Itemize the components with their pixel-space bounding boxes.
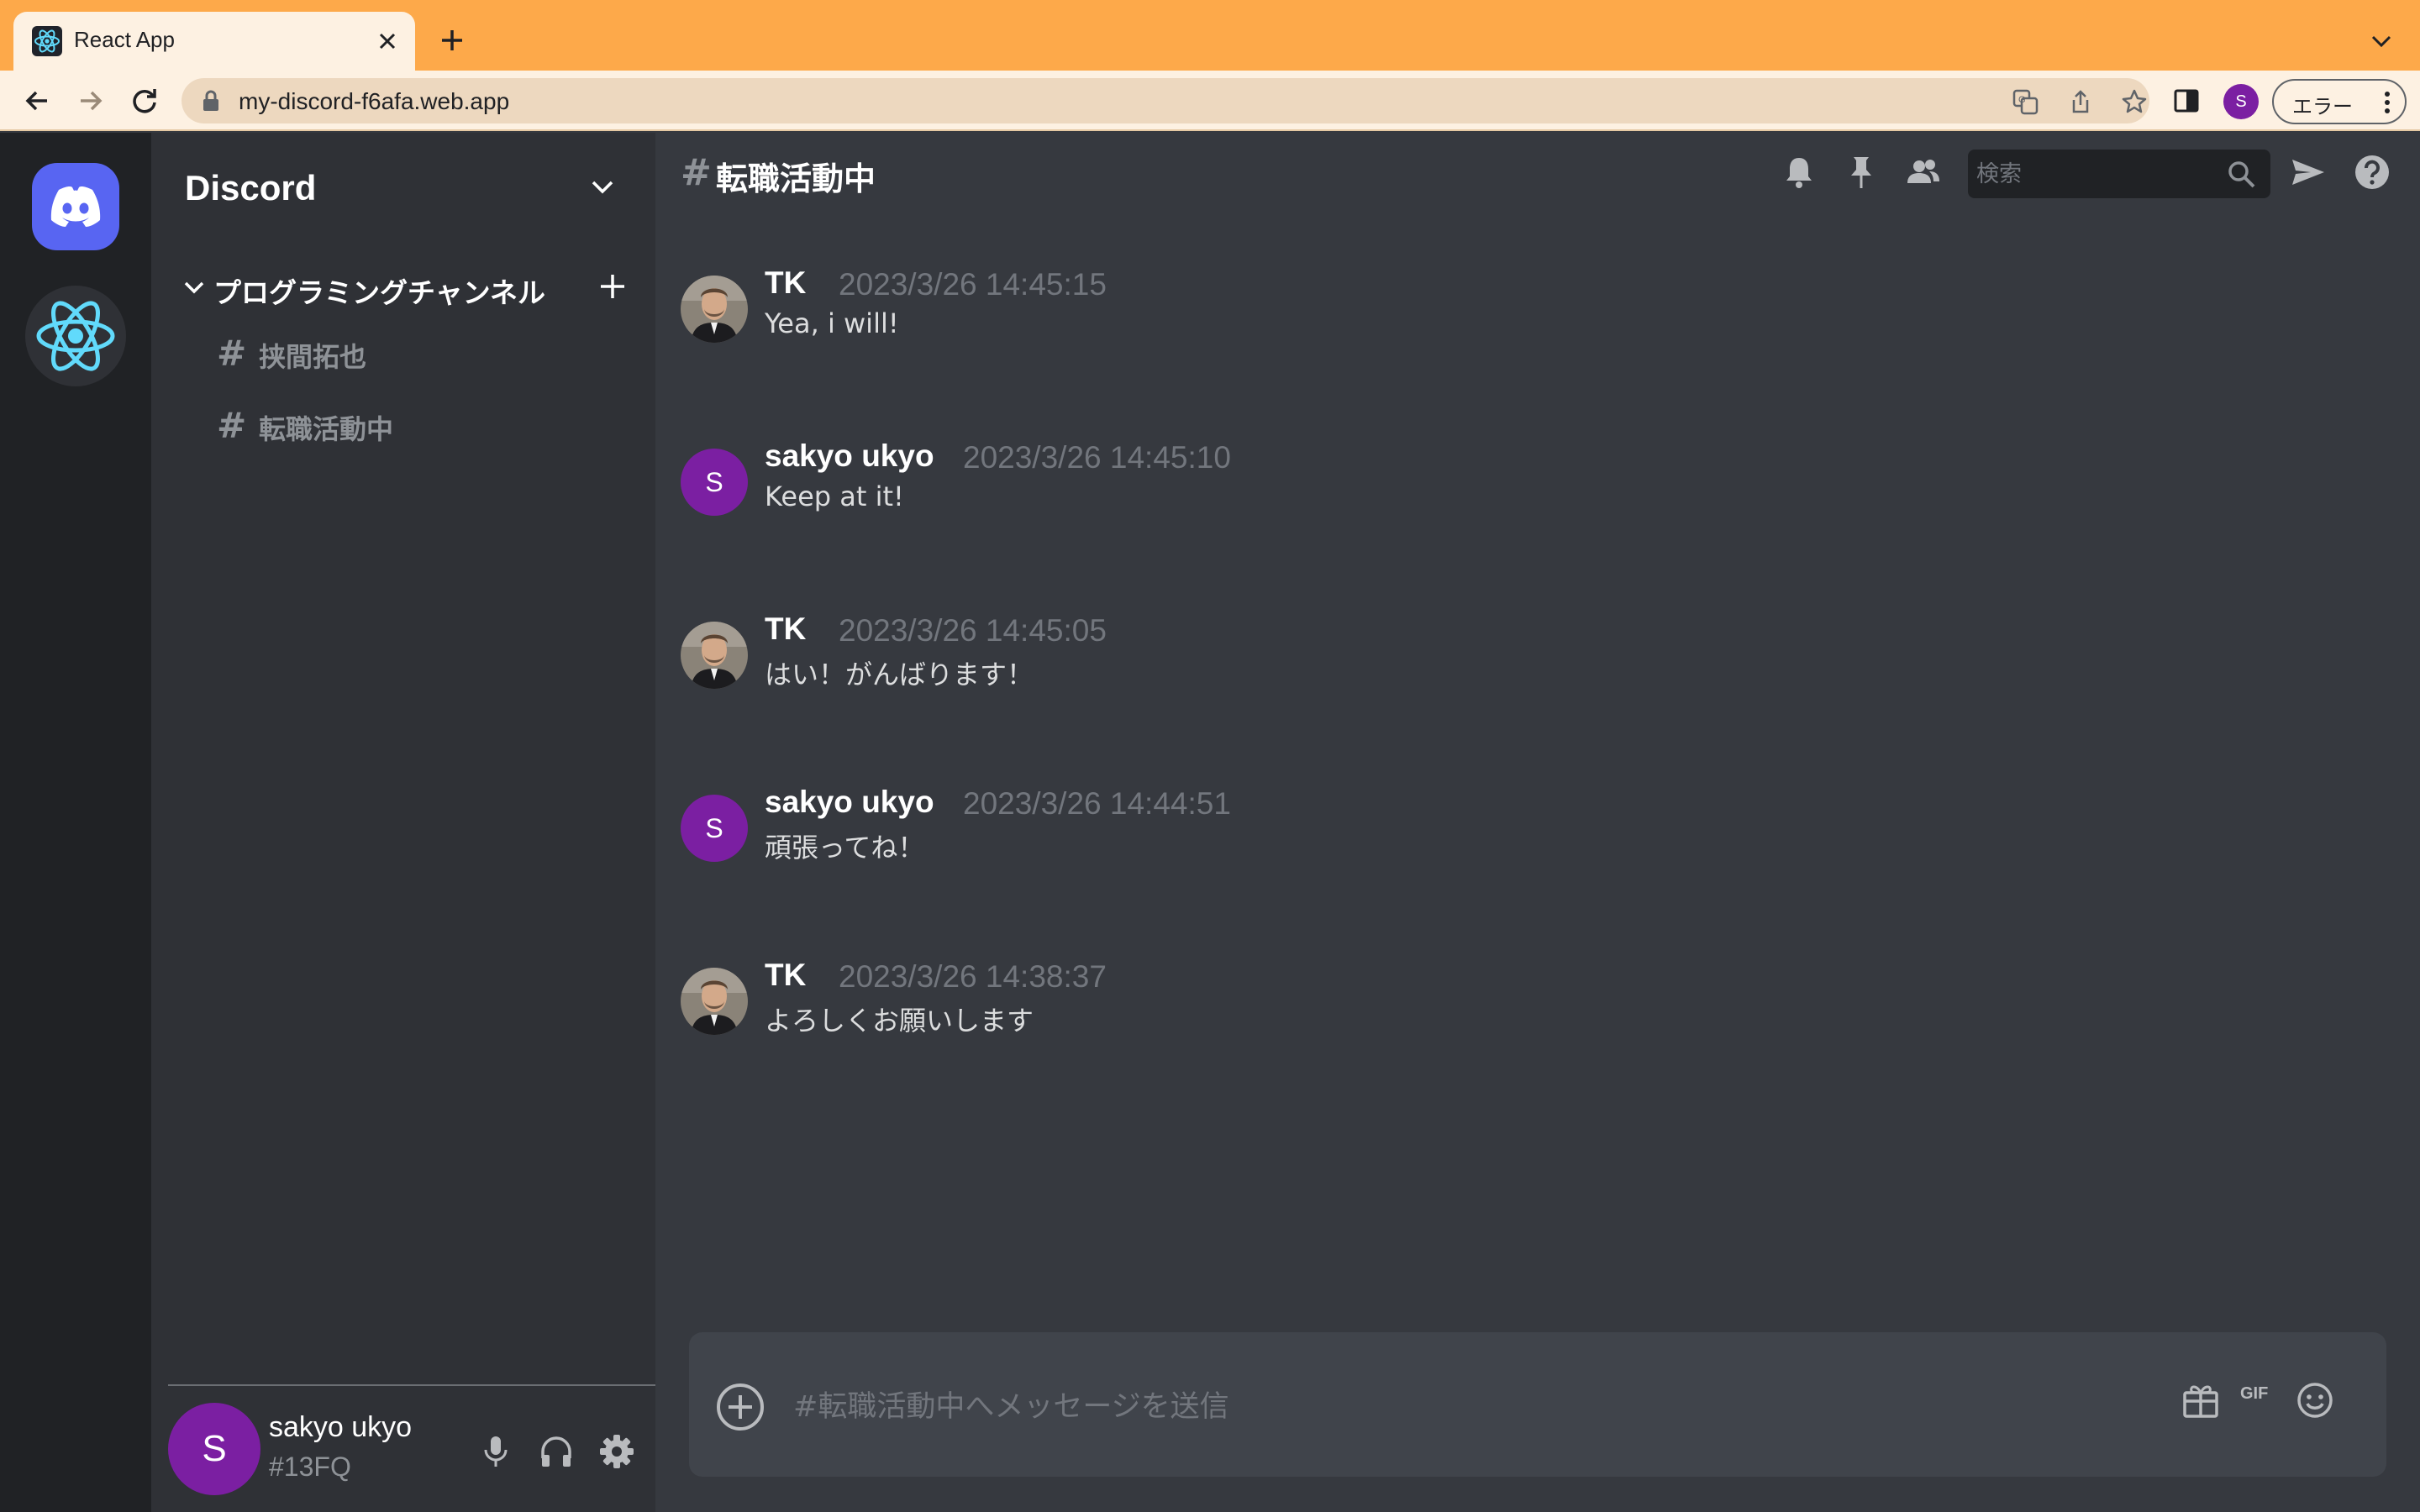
share-icon[interactable] [2067, 88, 2094, 115]
channel-label: 転職活動中 [259, 413, 394, 445]
user-tag: #13FQ [269, 1452, 351, 1482]
gif-button[interactable]: GIF [2240, 1384, 2268, 1404]
message-author[interactable]: sakyo ukyo [765, 438, 934, 474]
side-panel-icon[interactable] [2171, 86, 2202, 116]
message-input[interactable] [793, 1383, 2138, 1431]
more-menu-icon[interactable] [2383, 91, 2391, 114]
error-label: エラー [2292, 95, 2353, 118]
message-text: Yea, i will! [765, 307, 899, 339]
bookmark-star-icon[interactable] [2121, 88, 2148, 115]
channel-item[interactable]: # 転職活動中 [210, 396, 613, 450]
user-photo-avatar[interactable] [681, 968, 748, 1035]
search-input[interactable] [1976, 155, 2220, 193]
discord-home-icon[interactable] [32, 163, 119, 250]
help-icon[interactable] [2353, 153, 2391, 192]
svg-text:G: G [2018, 95, 2026, 105]
close-tab-icon[interactable] [376, 30, 398, 52]
user-name: sakyo ukyo [269, 1411, 413, 1443]
message-text: 頑張ってね！ [765, 832, 925, 864]
server-name[interactable]: Discord [185, 168, 316, 208]
message-timestamp: 2023/3/26 14:45:05 [839, 613, 1107, 648]
user-photo-avatar[interactable] [681, 622, 748, 689]
chat-area: # 転職活動中 TK 2023/3/26 14:45:15 Yea, i wil… [655, 133, 2420, 1512]
user-avatar[interactable]: S [168, 1403, 260, 1495]
message-item: TK 2023/3/26 14:38:37 よろしくお願いします [681, 949, 2277, 1050]
react-server-icon[interactable] [25, 286, 126, 386]
tab-search-chevron-icon[interactable] [2368, 30, 2395, 52]
user-avatar[interactable]: S [681, 795, 748, 862]
channel-label: 挟間拓也 [259, 341, 367, 373]
lock-icon[interactable] [202, 90, 220, 112]
message-text: Keep at it! [765, 480, 904, 512]
browser-tab-strip: React App [0, 0, 2420, 71]
message-timestamp: 2023/3/26 14:45:15 [839, 267, 1107, 302]
category-chevron-icon[interactable] [183, 281, 205, 296]
message-timestamp: 2023/3/26 14:38:37 [839, 959, 1107, 994]
channel-hash-icon: # [681, 151, 712, 194]
pin-icon[interactable] [1842, 153, 1881, 192]
add-attachment-icon[interactable] [714, 1381, 766, 1433]
browser-profile-avatar[interactable]: S [2223, 84, 2259, 119]
hash-icon: # [217, 405, 247, 446]
url-text[interactable]: my-discord-f6afa.web.app [239, 88, 509, 115]
add-channel-icon[interactable] [598, 272, 627, 301]
microphone-icon[interactable] [477, 1433, 514, 1470]
address-bar[interactable]: my-discord-f6afa.web.app G [182, 78, 2149, 123]
message-timestamp: 2023/3/26 14:44:51 [963, 786, 1231, 821]
settings-gear-icon[interactable] [598, 1433, 635, 1470]
category-label[interactable]: プログラミングチャンネル [213, 270, 545, 311]
user-photo-avatar[interactable] [681, 276, 748, 343]
members-icon[interactable] [1904, 153, 1943, 192]
message-author[interactable]: TK [765, 612, 806, 647]
channel-item[interactable]: # 挟間拓也 [210, 324, 613, 378]
channel-sidebar: Discord プログラミングチャンネル # 挟間拓也 # 転職活動中 S sa… [151, 133, 655, 1512]
message-item: S sakyo ukyo 2023/3/26 14:44:51 頑張ってね！ [681, 776, 2277, 877]
search-box [1968, 150, 2270, 198]
message-author[interactable]: TK [765, 265, 806, 301]
message-text: よろしくお願いします [765, 1005, 1034, 1037]
message-text: はい！がんばります！ [765, 659, 1034, 690]
message-author[interactable]: sakyo ukyo [765, 785, 934, 820]
browser-tab[interactable]: React App [13, 12, 415, 71]
server-rail [0, 133, 151, 1512]
chat-channel-title: 転職活動中 [716, 160, 876, 197]
hash-icon: # [217, 333, 247, 374]
profile-error-button[interactable]: エラー [2272, 79, 2407, 124]
message-author[interactable]: TK [765, 958, 806, 993]
reload-icon[interactable] [129, 86, 160, 116]
browser-toolbar: my-discord-f6afa.web.app G S エラー [0, 71, 2420, 131]
tab-title: React App [74, 27, 175, 52]
gift-icon[interactable] [2181, 1381, 2220, 1420]
user-panel: S sakyo ukyo #13FQ [168, 1384, 655, 1512]
chevron-down-icon[interactable] [588, 178, 617, 197]
message-timestamp: 2023/3/26 14:45:10 [963, 440, 1231, 475]
message-composer: GIF [689, 1332, 2386, 1477]
send-icon[interactable] [2289, 153, 2328, 192]
user-avatar[interactable]: S [681, 449, 748, 516]
forward-arrow-icon[interactable] [76, 86, 106, 116]
back-arrow-icon[interactable] [22, 86, 52, 116]
message-item: TK 2023/3/26 14:45:05 はい！がんばります！ [681, 603, 2277, 704]
emoji-icon[interactable] [2296, 1381, 2334, 1420]
translate-icon[interactable]: G [2012, 88, 2039, 115]
message-item: S sakyo ukyo 2023/3/26 14:45:10 Keep at … [681, 430, 2277, 531]
notification-bell-icon[interactable] [1780, 153, 1818, 192]
headphones-icon[interactable] [538, 1433, 575, 1470]
new-tab-icon[interactable] [437, 25, 467, 55]
react-favicon-icon [32, 26, 62, 56]
search-icon[interactable] [2227, 160, 2257, 190]
message-item: TK 2023/3/26 14:45:15 Yea, i will! [681, 257, 2277, 358]
